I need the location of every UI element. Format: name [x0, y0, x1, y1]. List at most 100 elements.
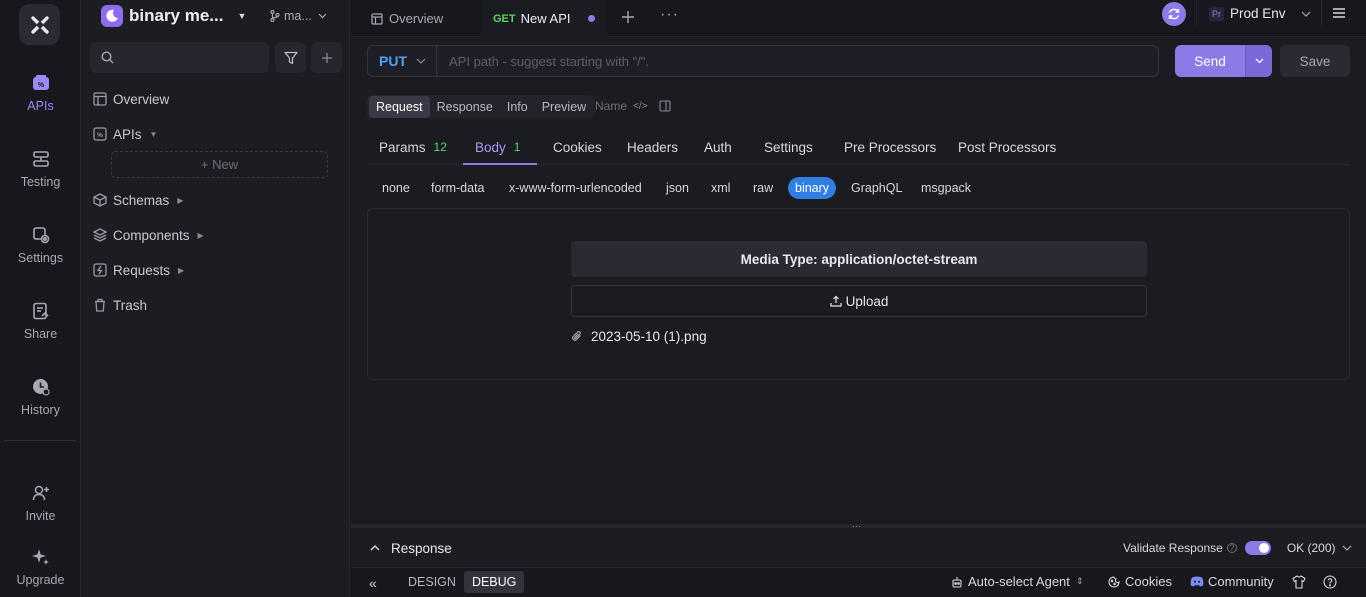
help-circle-icon[interactable]: [1323, 575, 1337, 589]
method-select[interactable]: PUT: [367, 45, 437, 77]
search-input[interactable]: [90, 42, 269, 73]
send-button[interactable]: Send: [1175, 45, 1245, 77]
new-api-label: + New: [200, 157, 239, 172]
tree-overview[interactable]: Overview: [93, 89, 169, 109]
env-name: Prod Env: [1230, 6, 1286, 21]
chevron-down-icon: [416, 58, 426, 64]
cookies-label: Cookies: [1125, 574, 1172, 589]
tree-overview-label: Overview: [113, 91, 170, 107]
seg-preview[interactable]: Preview: [535, 96, 593, 118]
seg-request[interactable]: Request: [369, 95, 430, 118]
url-placeholder: API path - suggest starting with "/".: [449, 53, 649, 69]
caret-right-icon: ▶: [197, 230, 204, 240]
caret-right-icon: ▶: [177, 195, 184, 205]
tab-overview-label: Overview: [389, 11, 444, 26]
subtab-params[interactable]: Params 12: [379, 130, 447, 164]
new-api-button[interactable]: + New: [111, 151, 328, 178]
rail-share[interactable]: Share: [0, 300, 81, 341]
tab-new-api-label: New API: [520, 11, 571, 26]
project-icon: [101, 5, 123, 27]
bodytype-msgpack[interactable]: msgpack: [914, 177, 978, 199]
environment-selector[interactable]: Pr Prod Env: [1196, 0, 1322, 27]
bodytype-xml[interactable]: xml: [704, 177, 737, 199]
agent-selector[interactable]: Auto-select Agent ⇕: [951, 574, 1083, 589]
invite-icon: [30, 482, 52, 504]
tree-components[interactable]: Components ▶: [93, 225, 204, 245]
app-logo[interactable]: [19, 4, 60, 45]
cookies-button[interactable]: Cookies: [1108, 574, 1172, 589]
sync-button[interactable]: [1162, 2, 1186, 26]
code-icon[interactable]: </>: [633, 101, 647, 112]
rail-apis[interactable]: % APIs: [0, 72, 81, 113]
bodytype-form-data[interactable]: form-data: [424, 177, 492, 199]
seg-response[interactable]: Response: [430, 96, 500, 118]
mode-debug[interactable]: DEBUG: [463, 571, 525, 593]
subtab-pre-processors[interactable]: Pre Processors: [844, 130, 936, 164]
bodytype-raw[interactable]: raw: [746, 177, 780, 199]
rail-upgrade[interactable]: Upgrade: [0, 546, 81, 587]
send-dropdown-button[interactable]: [1245, 45, 1272, 77]
upload-button[interactable]: Upload: [571, 285, 1147, 317]
view-segment: Request Response Info Preview: [367, 95, 596, 118]
new-tab-button[interactable]: [621, 10, 635, 24]
chevron-down-icon[interactable]: [1342, 545, 1352, 551]
chevron-up-icon: [370, 545, 380, 551]
save-button[interactable]: Save: [1280, 45, 1350, 77]
rail-settings-label: Settings: [17, 251, 64, 265]
mode-design[interactable]: DESIGN: [400, 571, 464, 593]
subtab-post-label: Post Processors: [958, 139, 1057, 155]
response-status[interactable]: OK (200): [1287, 541, 1336, 555]
collapse-sidebar-icon[interactable]: «: [369, 575, 377, 591]
rail-history[interactable]: History: [0, 376, 81, 417]
panel-icon[interactable]: [659, 100, 672, 112]
project-switcher[interactable]: binary me... ▼: [101, 4, 246, 28]
project-dropdown-icon[interactable]: ▼: [237, 11, 246, 21]
chevron-down-icon: [1255, 58, 1263, 64]
branch-name: ma...: [284, 9, 312, 23]
seg-info[interactable]: Info: [500, 96, 535, 118]
bodytype-urlencoded[interactable]: x-www-form-urlencoded: [502, 177, 649, 199]
rail-share-label: Share: [23, 327, 58, 341]
caret-right-icon: ▶: [178, 265, 185, 275]
tree-requests[interactable]: Requests ▶: [93, 260, 184, 280]
bodytype-none[interactable]: none: [375, 177, 417, 199]
tab-overview[interactable]: Overview: [359, 0, 481, 37]
more-tabs-icon[interactable]: ···: [660, 6, 679, 24]
subtab-pre-label: Pre Processors: [844, 139, 937, 155]
bodytype-json[interactable]: json: [659, 177, 696, 199]
subtab-auth[interactable]: Auth: [704, 130, 732, 164]
subtab-params-label: Params: [379, 139, 426, 155]
tab-new-api[interactable]: GET New API: [481, 0, 607, 37]
response-toggle[interactable]: Response: [370, 538, 452, 558]
rail-testing[interactable]: Testing: [0, 148, 81, 189]
rail-settings[interactable]: Settings: [0, 224, 81, 265]
branch-icon: [270, 10, 280, 22]
mode-switch: DESIGN DEBUG: [400, 571, 525, 593]
add-button[interactable]: [311, 42, 342, 73]
community-button[interactable]: Community: [1190, 574, 1274, 589]
url-input[interactable]: API path - suggest starting with "/".: [437, 45, 1159, 77]
branch-switcher[interactable]: ma...: [270, 9, 327, 23]
validate-toggle[interactable]: [1244, 541, 1271, 555]
subtab-cookies[interactable]: Cookies: [553, 130, 602, 164]
subtab-headers-label: Headers: [627, 139, 679, 155]
bodytype-binary[interactable]: binary: [788, 177, 837, 199]
shirt-icon[interactable]: [1292, 575, 1306, 589]
caret-down-icon: ▼: [149, 129, 158, 139]
subtab-post-processors[interactable]: Post Processors: [958, 130, 1056, 164]
validate-label: Validate Response: [1123, 541, 1223, 555]
filter-button[interactable]: [275, 42, 306, 73]
tree-apis[interactable]: % APIs ▼: [93, 124, 157, 144]
rail-testing-label: Testing: [20, 175, 61, 189]
send-label: Send: [1194, 53, 1226, 69]
rail-invite[interactable]: Invite: [0, 482, 81, 523]
name-field[interactable]: Name </>: [595, 99, 672, 113]
attached-file[interactable]: 2023-05-10 (1).png: [571, 326, 707, 346]
subtab-settings[interactable]: Settings: [764, 130, 813, 164]
bodytype-graphql[interactable]: GraphQL: [844, 177, 909, 199]
tree-schemas[interactable]: Schemas ▶: [93, 190, 183, 210]
subtab-body[interactable]: Body 1: [475, 130, 520, 164]
tree-trash[interactable]: Trash: [93, 295, 147, 315]
menu-button[interactable]: [1333, 8, 1345, 18]
subtab-headers[interactable]: Headers: [627, 130, 678, 164]
